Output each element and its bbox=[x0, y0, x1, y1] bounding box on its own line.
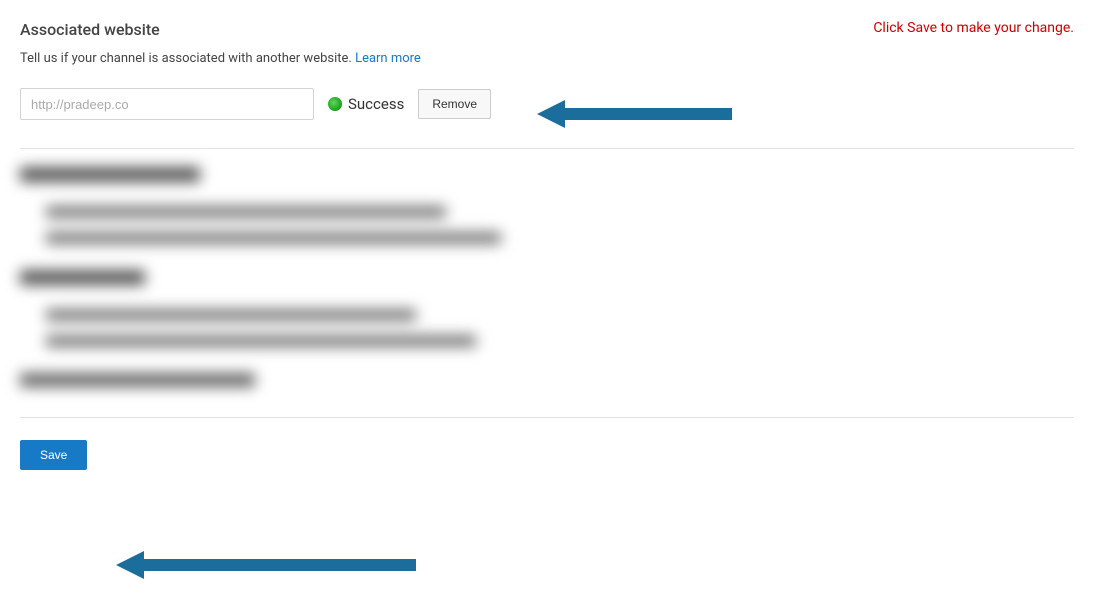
learn-more-link[interactable]: Learn more bbox=[355, 51, 421, 66]
success-indicator-icon bbox=[328, 97, 342, 111]
website-url-input[interactable] bbox=[20, 88, 314, 120]
annotation-arrow-icon bbox=[116, 551, 416, 579]
status-label: Success bbox=[348, 95, 404, 113]
description-text: Tell us if your channel is associated wi… bbox=[20, 51, 355, 66]
verification-status: Success bbox=[328, 95, 404, 113]
section-description: Tell us if your channel is associated wi… bbox=[20, 51, 1074, 66]
section-divider-bottom bbox=[20, 417, 1074, 418]
blurred-content-area bbox=[20, 149, 1074, 397]
save-notice: Click Save to make your change. bbox=[873, 20, 1074, 36]
section-title: Associated website bbox=[20, 20, 160, 39]
save-button[interactable]: Save bbox=[20, 440, 87, 470]
remove-button[interactable]: Remove bbox=[418, 89, 491, 119]
